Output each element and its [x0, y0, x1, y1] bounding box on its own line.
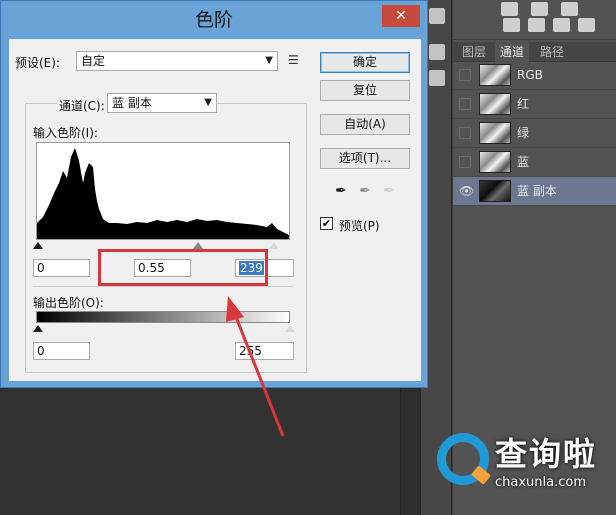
- watermark-logo: 查询啦 chaxunla.com: [433, 425, 611, 497]
- watermark-url: chaxunla.com: [495, 475, 586, 490]
- watermark-title: 查询啦: [495, 435, 598, 473]
